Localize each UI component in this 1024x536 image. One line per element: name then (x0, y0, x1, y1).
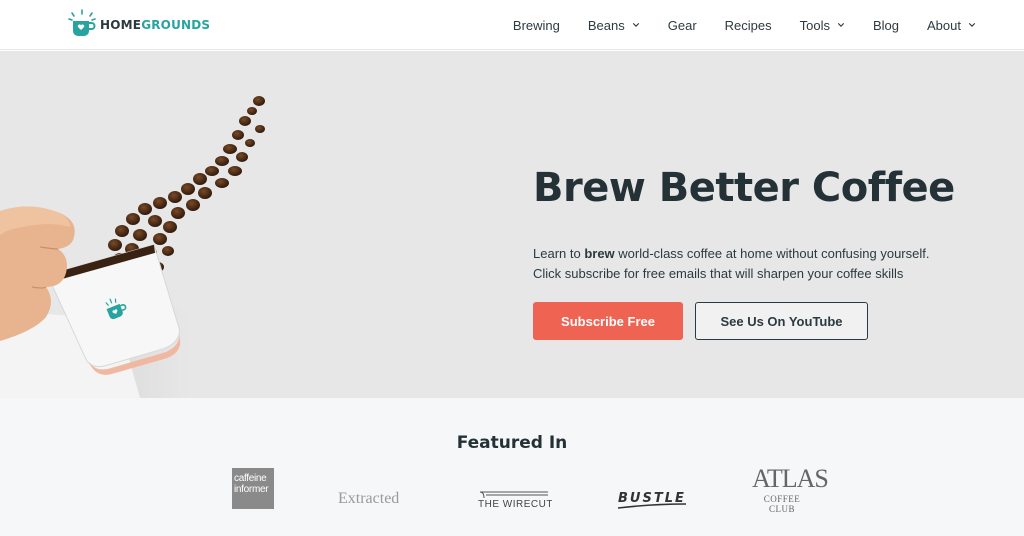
hero-description: Learn to brew world-class coffee at home… (533, 244, 993, 284)
hero-text-part: Learn to (533, 246, 585, 261)
nav-item-label: Brewing (512, 17, 560, 33)
brand-name-grounds: GROUNDS (141, 18, 211, 32)
see-us-on-youtube-button[interactable]: See Us On YouTube (695, 302, 868, 340)
coffee-mug-hero-image (0, 96, 265, 398)
nav-item-label: Beans (587, 17, 625, 33)
atlas-logo-line1: ATLAS (752, 464, 829, 493)
nav-item-tools[interactable]: Tools (800, 18, 845, 33)
chevron-down-icon (632, 23, 639, 27)
caffeine-informer-logo: caffeine informer (232, 468, 274, 509)
nav-item-label: About (927, 17, 961, 33)
brand-wordmark: HOMEGROUNDS (100, 18, 210, 32)
hero-text-line2: Click subscribe for free emails that wil… (533, 266, 904, 281)
chevron-down-icon (837, 23, 845, 27)
hero-title: Brew Better Coffee (533, 165, 955, 211)
wirecutter-logo: THE WIRECUTTER (478, 491, 552, 510)
featured-in-title: Featured In (456, 433, 568, 453)
nav-item-beans[interactable]: Beans (588, 18, 640, 33)
site-header: HOMEGROUNDS Brewing Beans Gear Recipes T… (0, 0, 1024, 50)
extracted-logo: Extracted (338, 490, 400, 507)
featured-in-section: Featured In caffeine informer Extracted … (0, 398, 1024, 536)
nav-item-label: Blog (872, 17, 900, 33)
coffee-mug-logo-icon (68, 9, 96, 36)
homegrounds-logo[interactable]: HOMEGROUNDS (66, 9, 210, 40)
atlas-logo-line2: COFFEE CLUB (763, 494, 801, 514)
hero-section: Brew Better Coffee Learn to brew world-c… (0, 51, 1024, 398)
chevron-down-icon (968, 23, 976, 27)
nav-item-blog[interactable]: Blog (873, 18, 899, 33)
nav-item-gear[interactable]: Gear (668, 18, 697, 33)
nav-item-about[interactable]: About (927, 18, 976, 33)
nav-item-label: Gear (667, 17, 697, 33)
nav-item-recipes[interactable]: Recipes (725, 18, 772, 33)
atlas-coffee-club-logo: ATLAS COFFEE CLUB (752, 464, 829, 515)
subscribe-free-button[interactable]: Subscribe Free (533, 302, 683, 340)
nav-item-label: Recipes (724, 17, 772, 33)
nav-item-brewing[interactable]: Brewing (513, 18, 560, 33)
hero-text-part: world-class coffee at home without confu… (614, 246, 930, 261)
bustle-logo: BUSTLE (617, 491, 687, 509)
main-nav: Brewing Beans Gear Recipes Tools Blog Ab… (485, 0, 976, 50)
hero-text-bold: brew (584, 246, 615, 261)
caffeine-logo-line2: informer (234, 484, 269, 495)
caffeine-logo-line1: caffeine (234, 473, 267, 484)
wirecutter-logo-text: THE WIRECUTTER (478, 499, 552, 510)
brand-name-home: HOME (100, 18, 142, 32)
nav-item-label: Tools (799, 17, 830, 33)
